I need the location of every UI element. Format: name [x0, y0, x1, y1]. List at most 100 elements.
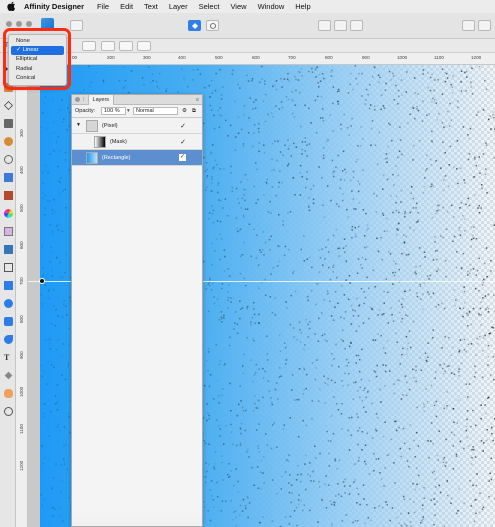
close-window-icon[interactable] — [6, 21, 12, 27]
node-tool-icon[interactable] — [4, 101, 13, 110]
rectangle-tool-icon[interactable] — [4, 281, 13, 290]
ruler-tick: 500 — [19, 204, 24, 212]
pencil-tool-icon[interactable] — [4, 155, 13, 164]
zoom-tool-icon[interactable] — [4, 407, 13, 416]
menu-help[interactable]: Help — [295, 2, 310, 11]
minimize-window-icon[interactable] — [16, 21, 22, 27]
layer-lock-icon[interactable]: ⧉ — [192, 108, 196, 115]
color-picker-icon[interactable] — [4, 209, 13, 218]
ruler-tick: 800 — [325, 55, 333, 60]
opacity-label: Opacity: — [75, 108, 96, 114]
ruler-tick: 400 — [178, 55, 186, 60]
ruler-tick: 1000 — [397, 55, 408, 60]
ruler-tick: 300 — [19, 129, 24, 137]
ruler-tick: 900 — [362, 55, 370, 60]
layer-thumbnail — [86, 120, 98, 132]
insert-inside-icon[interactable] — [350, 20, 363, 31]
ruler-tick: 600 — [19, 241, 24, 249]
visibility-checkbox[interactable]: ✓ — [180, 138, 186, 146]
panel-grip-icon[interactable]: ⁞ — [83, 97, 85, 103]
layer-name: (Pixel) — [102, 123, 118, 129]
vector-brush-icon[interactable] — [4, 173, 13, 182]
ruler-tick: 00 — [72, 55, 78, 60]
pixel-persona-icon[interactable] — [70, 20, 83, 31]
ruler-tick: 300 — [143, 55, 151, 60]
mask-thumbnail — [94, 136, 106, 148]
layer-name: (Mask) — [110, 139, 127, 145]
apple-icon[interactable] — [7, 2, 16, 11]
ruler-tick: 600 — [252, 55, 260, 60]
insert-behind-icon[interactable] — [318, 20, 331, 31]
panel-close-icon[interactable] — [75, 97, 80, 102]
insert-top-icon[interactable] — [334, 20, 347, 31]
crop-tool-icon[interactable] — [4, 263, 13, 272]
annotation-highlight-box — [3, 28, 71, 90]
menu-app-name[interactable]: Affinity Designer — [24, 2, 84, 11]
ruler-tick: 1100 — [19, 424, 24, 434]
ruler-tick: 700 — [288, 55, 296, 60]
aspect-gradient-button[interactable] — [137, 41, 151, 51]
assistant-icon[interactable] — [462, 20, 475, 31]
ruler-tick: 400 — [19, 166, 24, 174]
rotate-gradient-button[interactable] — [119, 41, 133, 51]
menu-file[interactable]: File — [97, 2, 109, 11]
snapping-icon[interactable] — [188, 20, 201, 31]
layer-options-bar: Opacity: 100 % ▾ Normal ⚙ ⧉ — [72, 105, 202, 118]
ruler-tick: 1000 — [19, 386, 24, 397]
tab-layers[interactable]: Layers — [87, 94, 115, 105]
ruler-tick: 500 — [215, 55, 223, 60]
transparency-tool-icon[interactable] — [4, 227, 13, 236]
reverse-gradient-button[interactable] — [101, 41, 115, 51]
layer-row-pixel[interactable]: ▼ (Pixel) ✓ — [72, 118, 202, 134]
menu-layer[interactable]: Layer — [169, 2, 188, 11]
main-toolbar — [0, 13, 495, 39]
menu-edit[interactable]: Edit — [120, 2, 133, 11]
menu-select[interactable]: Select — [199, 2, 220, 11]
expand-triangle-icon[interactable]: ▼ — [76, 122, 81, 128]
menu-window[interactable]: Window — [258, 2, 285, 11]
arrange-icon[interactable] — [478, 20, 491, 31]
text-tool-icon[interactable]: T — [4, 353, 13, 362]
horizontal-ruler: 00 200 300 400 500 600 700 800 900 1000 … — [28, 53, 495, 65]
zoom-window-icon[interactable] — [26, 21, 32, 27]
ruler-tick: 200 — [107, 55, 115, 60]
menu-text[interactable]: Text — [144, 2, 158, 11]
visibility-checkbox[interactable]: ✓ — [180, 122, 186, 130]
menu-view[interactable]: View — [230, 2, 246, 11]
menubar: Affinity Designer File Edit Text Layer S… — [0, 0, 495, 13]
ruler-tick: 900 — [19, 351, 24, 359]
layers-panel-header: ⁞ Layers ≡ — [72, 94, 202, 105]
layer-thumbnail — [86, 152, 98, 164]
opacity-field[interactable]: 100 % — [101, 107, 126, 115]
layer-row-rectangle[interactable]: (Rectangle) ✓ — [72, 150, 202, 166]
pen-tool-icon[interactable] — [4, 119, 13, 128]
app-window: Affinity Designer File Edit Text Layer S… — [0, 0, 495, 527]
ruler-tick: 1200 — [471, 55, 482, 60]
layers-panel: ⁞ Layers ≡ Opacity: 100 % ▾ Normal ⚙ ⧉ ▼… — [71, 94, 203, 527]
eyedropper-icon[interactable] — [4, 371, 13, 380]
layer-settings-icon[interactable]: ⚙ — [182, 108, 187, 114]
layers-list-empty-area — [72, 166, 202, 516]
hand-tool-icon[interactable] — [4, 389, 13, 398]
place-image-icon[interactable] — [4, 245, 13, 254]
gradient-start-handle[interactable] — [39, 278, 45, 284]
ruler-tick: 1200 — [19, 460, 24, 471]
ruler-tick: 800 — [19, 315, 24, 323]
ellipse-tool-icon[interactable] — [4, 299, 13, 308]
shape-tool-icon[interactable] — [4, 335, 13, 344]
context-toolbar: Typ — [0, 39, 495, 53]
ruler-tick: 1100 — [434, 55, 444, 60]
layer-row-mask[interactable]: (Mask) ✓ — [72, 134, 202, 150]
opacity-dropdown-arrow-icon[interactable]: ▾ — [127, 108, 130, 114]
gradient-preview-swatch[interactable] — [82, 41, 96, 51]
vertical-ruler: 300 400 500 600 700 800 900 1000 1100 12… — [16, 53, 28, 527]
force-pixel-align-icon[interactable] — [206, 20, 219, 31]
blend-mode-select[interactable]: Normal — [133, 107, 178, 115]
ruler-tick: 700 — [19, 277, 24, 285]
panel-menu-icon[interactable]: ≡ — [196, 97, 199, 103]
visibility-checkbox[interactable]: ✓ — [179, 154, 186, 161]
rounded-rect-tool-icon[interactable] — [4, 317, 13, 326]
fill-tool-icon[interactable] — [4, 191, 13, 200]
corner-tool-icon[interactable] — [4, 137, 13, 146]
layer-name: (Rectangle) — [102, 155, 131, 161]
